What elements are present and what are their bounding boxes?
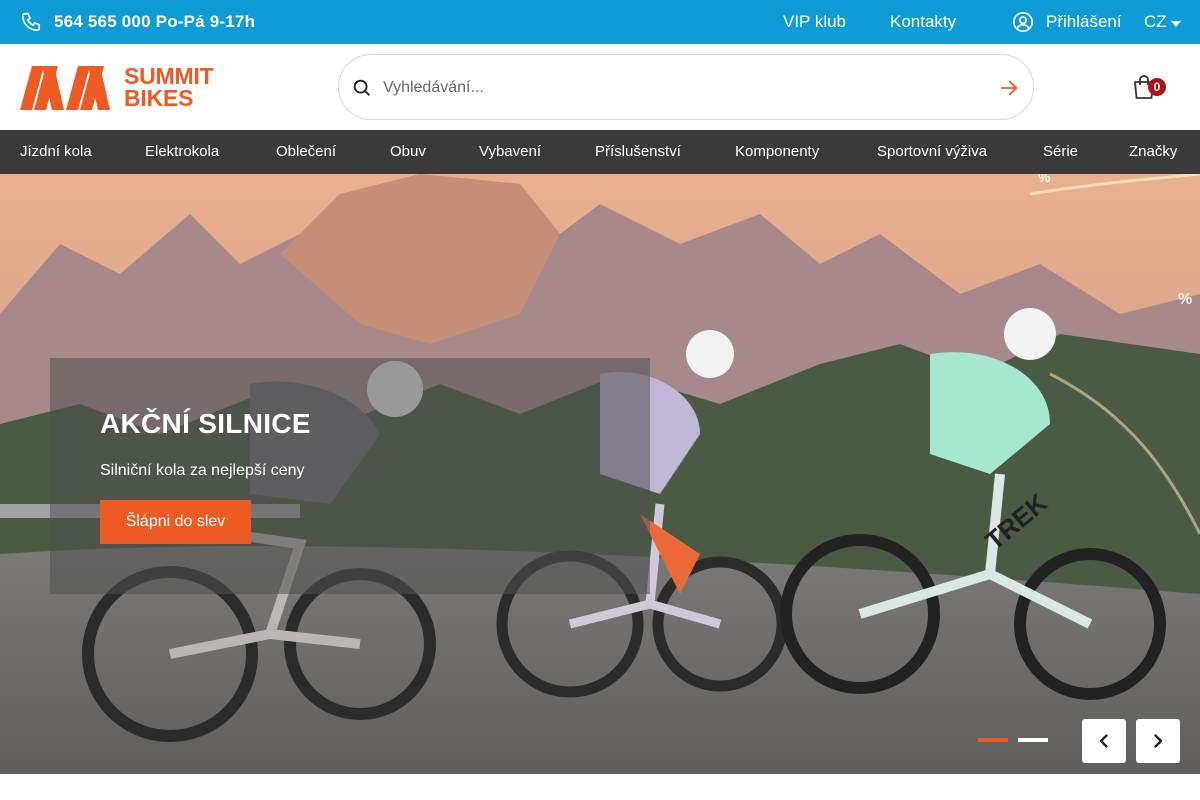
main-nav: Jízdní kola Elektrokola Oblečení Obuv Vy… [0,130,1200,174]
language-label: CZ [1144,12,1167,31]
login-link[interactable]: Přihlášení [1012,0,1122,44]
nav-item-series[interactable]: Série [1043,130,1078,174]
nav-item-accessories[interactable]: Příslušenství [595,130,681,174]
vip-club-link[interactable]: VIP klub [783,0,846,44]
user-circle-icon [1013,12,1033,32]
slider-dots [978,738,1048,742]
phone-icon [21,12,41,32]
nav-item-brands[interactable]: Značky [1129,130,1177,174]
cart-count-badge: 0 [1148,78,1166,96]
nav-item-components[interactable]: Komponenty [735,130,819,174]
hero-subtitle: Silniční kola za nejlepší ceny [100,462,305,479]
phone-contact[interactable]: 564 565 000 Po-Pá 9-17h [20,0,255,44]
nav-item-ebikes[interactable]: Elektrokola [145,130,219,174]
search-bar [338,54,1034,120]
svg-text:%: % [1038,174,1051,185]
arrow-right-icon[interactable] [997,77,1021,99]
search-icon [353,79,370,96]
nav-item-bikes[interactable]: Jízdní kola [20,130,92,174]
language-selector[interactable]: CZ [1144,0,1181,44]
slider-dot-1[interactable] [978,738,1008,742]
svg-text:%: % [1178,291,1192,308]
chevron-right-icon [1154,734,1163,748]
nav-item-nutrition[interactable]: Sportovní výživa [877,130,987,174]
logo-text: SUMMIT BIKES [124,63,214,111]
hero-promo-box: AKČNÍ SILNICE Silniční kola za nejlepší … [50,358,650,594]
hero-cta-button[interactable]: Šlápni do slev [100,500,251,544]
nav-item-equipment[interactable]: Vybavení [479,130,541,174]
phone-number: 564 565 000 Po-Pá 9-17h [54,12,256,31]
logo-mark [20,66,110,110]
cart-button[interactable]: 0 [1132,72,1168,102]
hero-banner: % % TREK AKČNÍ SILNICE Silniční kola za … [0,174,1200,774]
nav-item-shoes[interactable]: Obuv [390,130,426,174]
contacts-link[interactable]: Kontakty [890,0,956,44]
header: SUMMIT BIKES 0 [0,44,1200,130]
hero-title: AKČNÍ SILNICE [100,408,311,439]
slider-dot-2[interactable] [1018,738,1048,742]
slider-next-button[interactable] [1136,719,1180,763]
nav-item-clothing[interactable]: Oblečení [276,130,336,174]
slider-prev-button[interactable] [1082,719,1126,763]
top-bar: 564 565 000 Po-Pá 9-17h VIP klub Kontakt… [0,0,1200,44]
login-label: Přihlášení [1046,12,1122,31]
search-input[interactable] [383,70,973,106]
caret-down-icon [1170,20,1181,27]
chevron-left-icon [1099,734,1108,748]
summit-bikes-logo[interactable]: SUMMIT BIKES [20,63,242,111]
